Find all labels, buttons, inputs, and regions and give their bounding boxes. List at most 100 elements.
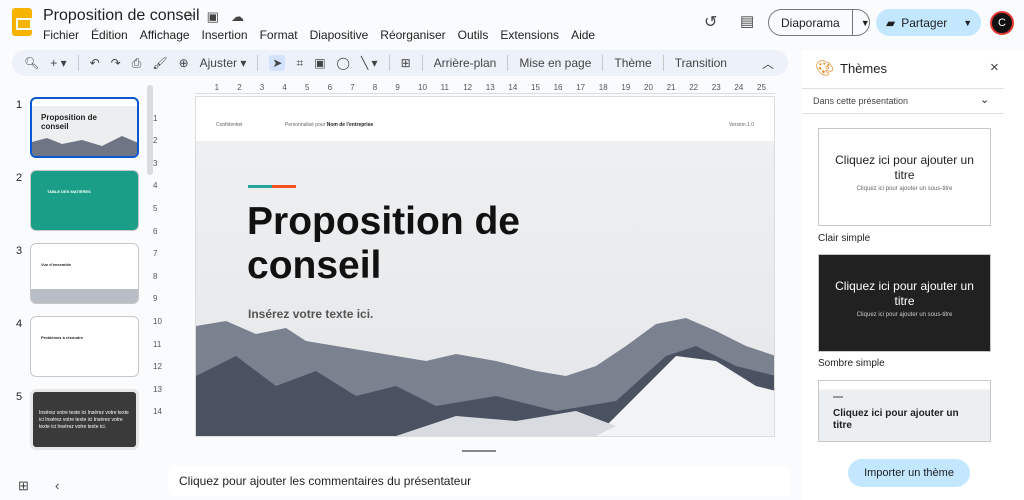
theme-name: Sombre simple bbox=[818, 358, 885, 369]
slide-thumbnail-2[interactable]: TABLE DES MATIÈRES bbox=[30, 170, 139, 231]
thumb-title: Proposition de conseil bbox=[41, 113, 97, 131]
slides-logo[interactable] bbox=[12, 8, 32, 36]
ruler-tick-label: 9 bbox=[395, 83, 400, 92]
ruler-tick-label: 11 bbox=[153, 339, 162, 349]
shape-icon[interactable]: ◯ bbox=[337, 56, 350, 70]
menu-diapositive[interactable]: Diapositive bbox=[310, 28, 369, 42]
redo-icon[interactable]: ↷ bbox=[111, 56, 121, 70]
theme-sombre-simple[interactable]: Cliquez ici pour ajouter un titre Clique… bbox=[818, 254, 991, 352]
palette-icon: 🎨︎ bbox=[815, 60, 835, 77]
document-title[interactable]: Proposition de conseil bbox=[43, 7, 200, 25]
ruler-tick-label: 3 bbox=[153, 158, 158, 168]
text-box-icon[interactable]: ⌗ bbox=[296, 56, 303, 71]
ruler-tick-label: 2 bbox=[153, 136, 158, 146]
ruler-tick-label: 21 bbox=[666, 83, 676, 92]
theme-card-3[interactable]: Cliquez ici pour ajouter un titre bbox=[818, 380, 991, 442]
ruler-tick-label: 24 bbox=[734, 83, 744, 92]
mountain-image bbox=[196, 318, 774, 436]
image-icon[interactable]: ▣ bbox=[314, 56, 325, 70]
print-icon[interactable]: ⎙ bbox=[132, 56, 142, 71]
menu-extensions[interactable]: Extensions bbox=[500, 28, 559, 42]
thumb-title: Problèmes à résoudre bbox=[41, 335, 84, 340]
toolbar: 🔍︎ + ▾ ↶ ↷ ⎙ 🖌︎ ⊕ Ajuster ▾ ➤ ⌗ ▣ ◯ ╲ ▾ ⊞ Arrière… bbox=[12, 50, 788, 76]
collapse-panel-icon[interactable]: ‹ bbox=[55, 478, 59, 493]
ruler-tick-label: 13 bbox=[485, 83, 495, 92]
share-button[interactable]: ▰ Partager ▼ bbox=[876, 9, 981, 36]
star-icon[interactable]: ☆ bbox=[183, 9, 195, 25]
ruler-tick-label: 20 bbox=[644, 83, 653, 92]
vertical-ruler: 1 2 3 4 5 6 7 8 9 10 11 12 13 14 bbox=[152, 95, 164, 437]
select-icon[interactable]: ➤ bbox=[269, 55, 286, 71]
ruler-tick-label: 9 bbox=[153, 294, 158, 304]
ruler-tick-label: 3 bbox=[259, 83, 265, 92]
menu-format[interactable]: Format bbox=[260, 28, 298, 42]
theme-preview-title: Cliquez ici pour ajouter un titre bbox=[833, 408, 959, 431]
comment-add-icon[interactable]: ⊞ bbox=[401, 56, 411, 70]
ruler-tick-label: 5 bbox=[305, 83, 310, 92]
chevron-down-icon[interactable]: ⌄ bbox=[980, 93, 989, 106]
background-button[interactable]: Arrière-plan bbox=[434, 56, 497, 70]
move-folder-icon[interactable]: ▣ bbox=[207, 9, 219, 25]
avatar[interactable]: C bbox=[990, 11, 1014, 35]
slide-number: 3 bbox=[16, 245, 23, 257]
slide-thumbnail-3[interactable]: Vue d'ensemble bbox=[30, 243, 139, 304]
theme-button[interactable]: Thème bbox=[614, 56, 651, 70]
slide-number: 1 bbox=[16, 99, 23, 111]
ruler-tick-label: 4 bbox=[153, 181, 158, 191]
slideshow-label[interactable]: Diaporama bbox=[769, 10, 853, 35]
speaker-notes[interactable]: Cliquez pour ajouter les commentaires du… bbox=[168, 466, 790, 496]
ruler-tick-label: 5 bbox=[153, 204, 158, 213]
ruler-tick-label: 7 bbox=[153, 249, 158, 259]
zoom-select[interactable]: Ajuster ▾ bbox=[200, 56, 247, 70]
slideshow-button[interactable]: Diaporama ▼ bbox=[768, 9, 870, 36]
transition-button[interactable]: Transition bbox=[675, 56, 727, 70]
slide-thumbnail-4[interactable]: Problèmes à résoudre bbox=[30, 316, 139, 377]
ruler-tick-label: 17 bbox=[576, 83, 586, 92]
ruler-tick-label: 1 bbox=[214, 83, 220, 92]
collapse-icon[interactable]: ︿ bbox=[762, 55, 774, 72]
ruler-tick-label: 12 bbox=[153, 362, 162, 372]
theme-preview-subtitle: Cliquez ici pour ajouter un sous-titre bbox=[856, 312, 953, 318]
menu-reorganiser[interactable]: Réorganiser bbox=[380, 28, 445, 42]
slide-title[interactable]: Proposition de conseil bbox=[247, 200, 567, 288]
horizontal-ruler: 1 2 3 4 5 6 7 8 9 10 11 12 13 14 15 16 17 18 19 20 21 22 23 24 2… bbox=[195, 82, 775, 94]
chevron-down-icon[interactable]: ▼ bbox=[853, 18, 870, 28]
line-icon[interactable]: ╲ ▾ bbox=[361, 56, 378, 70]
menu-affichage[interactable]: Affichage bbox=[140, 28, 190, 42]
theme-clair-simple[interactable]: Cliquez ici pour ajouter un titre Clique… bbox=[818, 128, 991, 226]
search-icon[interactable]: 🔍︎ bbox=[24, 56, 39, 70]
ruler-tick-label: 14 bbox=[153, 407, 162, 417]
cloud-status-icon[interactable]: ☁ bbox=[231, 9, 244, 25]
ruler-tick-label: 4 bbox=[282, 83, 287, 92]
menu-fichier[interactable]: Fichier bbox=[43, 28, 79, 42]
ruler-tick-label: 12 bbox=[463, 83, 473, 92]
menu-outils[interactable]: Outils bbox=[458, 28, 489, 42]
menu-aide[interactable]: Aide bbox=[571, 28, 595, 42]
slide-number: 4 bbox=[16, 318, 23, 330]
menu-bar: Fichier Édition Affichage Insertion Format Di… bbox=[43, 28, 595, 42]
ruler-tick-label: 6 bbox=[327, 83, 333, 92]
ruler-tick-label: 10 bbox=[153, 317, 162, 326]
menu-insertion[interactable]: Insertion bbox=[202, 28, 248, 42]
slide-thumbnail-5[interactable]: Insérez votre texte ici Insérez votre te… bbox=[30, 389, 139, 450]
chevron-down-icon[interactable]: ▼ bbox=[963, 18, 972, 28]
slide-canvas[interactable]: Confidentiel Personnalisé pour Nom de l'… bbox=[195, 96, 775, 437]
notes-resize-handle[interactable] bbox=[462, 450, 496, 452]
company-name: Nom de l'entreprise bbox=[326, 122, 374, 128]
comments-icon[interactable]: ▤ bbox=[740, 12, 754, 30]
paint-format-icon[interactable]: 🖌︎ bbox=[152, 56, 167, 70]
thumb-title: Insérez votre texte ici Insérez votre te… bbox=[39, 410, 129, 430]
ruler-tick-label: 18 bbox=[598, 83, 608, 92]
close-icon[interactable]: × bbox=[990, 59, 999, 76]
slide-thumbnail-1[interactable]: Proposition de conseil bbox=[30, 97, 139, 158]
menu-edition[interactable]: Édition bbox=[91, 28, 128, 42]
import-theme-button[interactable]: Importer un thème bbox=[848, 459, 970, 487]
new-slide-icon[interactable]: + ▾ bbox=[50, 56, 66, 70]
theme-section-select[interactable]: Dans cette présentation bbox=[813, 96, 908, 106]
layout-button[interactable]: Mise en page bbox=[519, 56, 591, 70]
zoom-icon[interactable]: ⊕ bbox=[179, 56, 189, 70]
grid-view-icon[interactable]: ⊞ bbox=[18, 478, 29, 494]
undo-icon[interactable]: ↶ bbox=[90, 56, 100, 70]
history-icon[interactable]: ↺ bbox=[704, 12, 717, 32]
ruler-tick-label: 11 bbox=[440, 83, 449, 92]
